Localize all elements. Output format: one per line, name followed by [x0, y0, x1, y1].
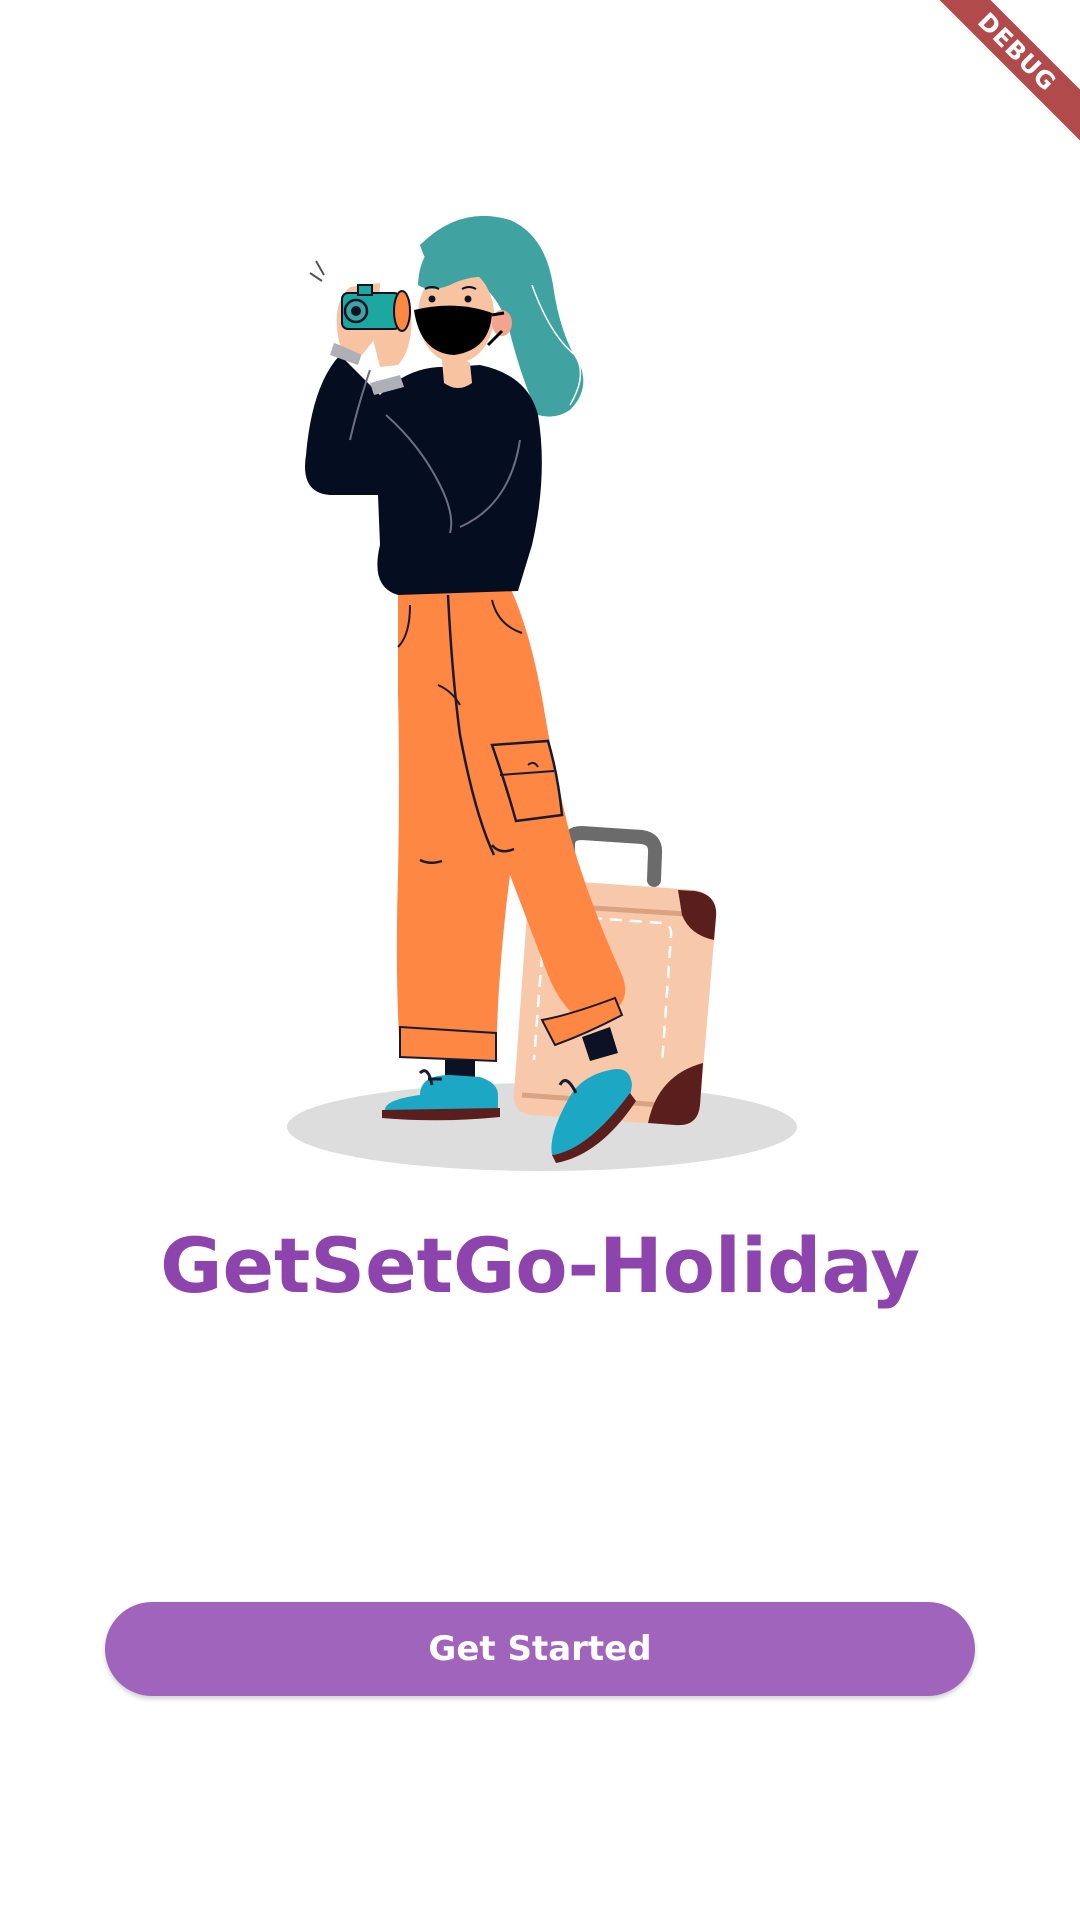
- trousers: [396, 587, 626, 1055]
- get-started-button[interactable]: Get Started: [105, 1602, 975, 1696]
- debug-ribbon-label: DEBUG: [922, 0, 1080, 147]
- onboarding-screen: GetSetGo-Holiday Get Started DEBUG: [0, 0, 1080, 1920]
- traveler-illustration: [287, 215, 797, 1171]
- app-title: GetSetGo-Holiday: [160, 1221, 920, 1310]
- sweater: [305, 355, 542, 595]
- debug-banner: DEBUG: [920, 0, 1080, 160]
